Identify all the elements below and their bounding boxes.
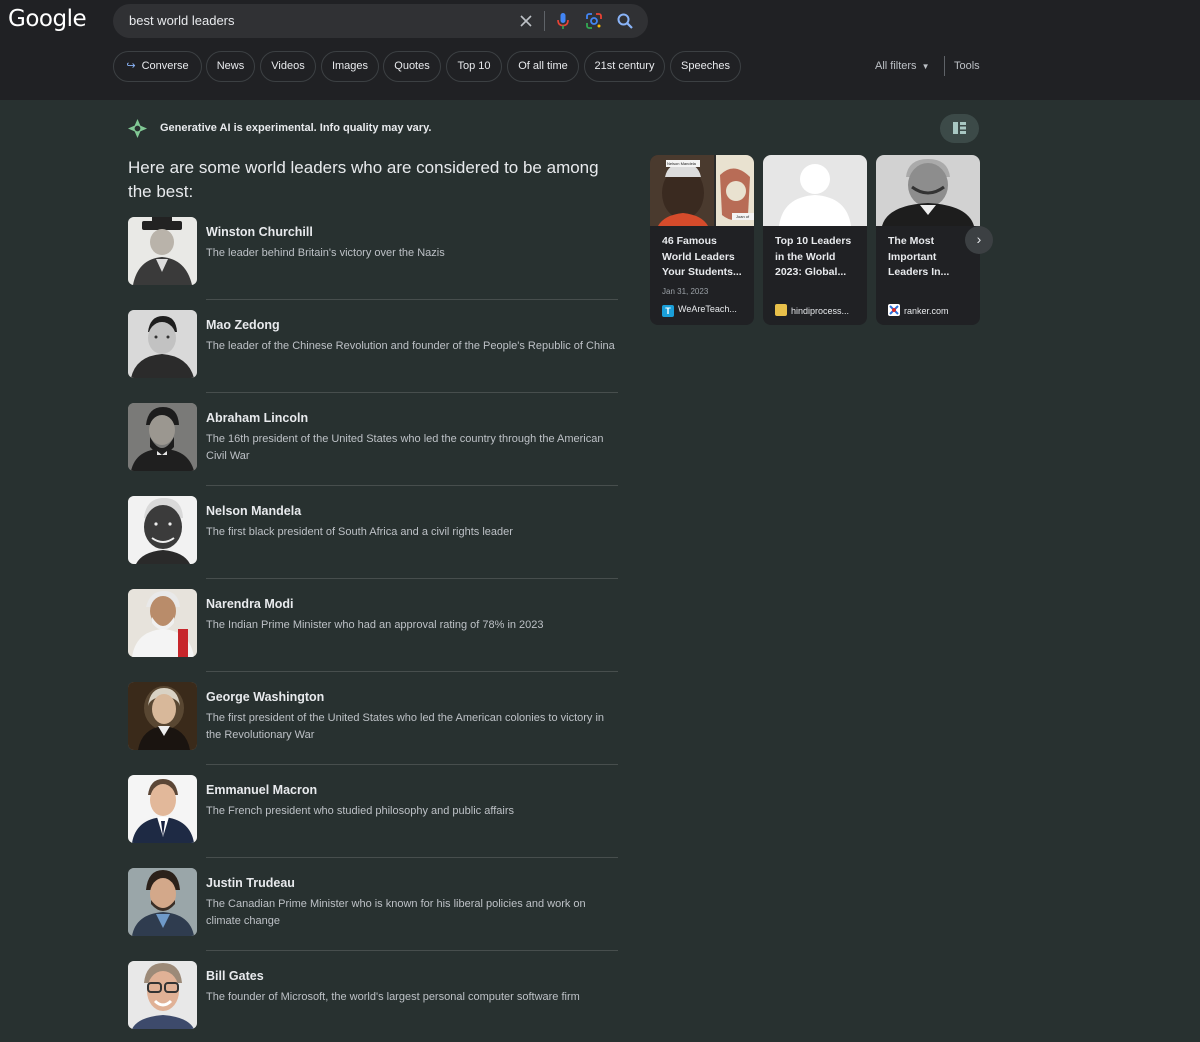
leader-name[interactable]: Abraham Lincoln — [206, 411, 308, 425]
divider — [206, 299, 618, 300]
thumbnail-label: Nelson Mandela — [667, 161, 696, 166]
card-source[interactable]: T WeAreTeach... — [662, 304, 737, 317]
leader-description: The founder of Microsoft, the world's la… — [206, 991, 580, 1003]
leader-photo[interactable] — [128, 310, 197, 378]
arrow-subdirectory-icon: ↪ — [126, 60, 136, 72]
tools-button[interactable]: Tools — [954, 60, 980, 72]
search-box[interactable]: best world leaders — [113, 4, 648, 38]
leader-description: The leader of the Chinese Revolution and… — [206, 340, 615, 352]
caret-down-icon: ▼ — [921, 62, 930, 71]
chip-videos[interactable]: Videos — [260, 51, 316, 82]
leader-photo[interactable] — [128, 775, 197, 843]
card-thumbnail — [876, 155, 980, 226]
leader-description: The Indian Prime Minister who had an app… — [206, 619, 544, 631]
card-thumbnail: Nelson Mandela Joan of — [650, 155, 754, 226]
leader-photo[interactable] — [128, 403, 197, 471]
weareteachers-favicon-icon: T — [662, 305, 674, 317]
card-title[interactable]: Top 10 Leaders in the World 2023: Global… — [775, 234, 861, 281]
ranker-favicon-icon — [888, 304, 900, 316]
leader-item[interactable]: George Washington The first president of… — [128, 682, 618, 775]
chevron-right-icon: › — [976, 231, 982, 247]
chip-21st-century[interactable]: 21st century — [584, 51, 665, 82]
leader-description: The leader behind Britain's victory over… — [206, 247, 445, 259]
card-source[interactable]: hindiprocess... — [775, 304, 849, 316]
divider — [206, 764, 618, 765]
divider — [206, 857, 618, 858]
leader-item[interactable]: Nelson Mandela The first black president… — [128, 496, 618, 589]
leader-photo[interactable] — [128, 589, 197, 657]
search-divider — [544, 11, 545, 31]
layout-toggle-button[interactable] — [940, 114, 979, 143]
search-input[interactable]: best world leaders — [129, 13, 235, 28]
microphone-icon[interactable] — [553, 11, 573, 31]
google-lens-icon[interactable] — [584, 11, 604, 31]
leader-description: The first president of the United States… — [206, 712, 605, 741]
leader-description: The first black president of South Afric… — [206, 526, 513, 538]
leader-photo[interactable] — [128, 217, 197, 285]
toolbar-divider — [944, 56, 945, 76]
leader-description: The Canadian Prime Minister who is known… — [206, 898, 586, 927]
divider — [206, 485, 618, 486]
leader-name[interactable]: Nelson Mandela — [206, 504, 301, 518]
card-source[interactable]: ranker.com — [888, 304, 949, 316]
leader-item[interactable]: Abraham Lincoln The 16th president of th… — [128, 403, 618, 496]
source-card[interactable]: Nelson Mandela Joan of 46 Famous World L… — [650, 155, 754, 325]
leader-item[interactable]: Justin Trudeau The Canadian Prime Minist… — [128, 868, 618, 961]
leader-item[interactable]: Bill Gates The founder of Microsoft, the… — [128, 961, 618, 1042]
source-card[interactable]: Top 10 Leaders in the World 2023: Global… — [763, 155, 867, 325]
card-thumbnail — [763, 155, 867, 226]
top-bar: Google best world leaders ↪ Converse News — [0, 0, 1200, 100]
leader-name[interactable]: Bill Gates — [206, 969, 264, 983]
clear-icon[interactable] — [516, 11, 536, 31]
leader-description: The 16th president of the United States … — [206, 433, 604, 462]
leader-name[interactable]: Narendra Modi — [206, 597, 294, 611]
generative-ai-icon — [127, 118, 148, 139]
leader-photo[interactable] — [128, 682, 197, 750]
leader-item[interactable]: Winston Churchill The leader behind Brit… — [128, 217, 618, 310]
divider — [206, 950, 618, 951]
chip-speeches[interactable]: Speeches — [670, 51, 741, 82]
leader-name[interactable]: Emmanuel Macron — [206, 783, 317, 797]
leader-name[interactable]: Mao Zedong — [206, 318, 280, 332]
hindiprocess-favicon-icon — [775, 304, 787, 316]
divider — [206, 671, 618, 672]
leader-name[interactable]: George Washington — [206, 690, 324, 704]
leader-name[interactable]: Winston Churchill — [206, 225, 313, 239]
search-icon[interactable] — [615, 11, 635, 31]
chip-of-all-time[interactable]: Of all time — [507, 51, 579, 82]
chip-images[interactable]: Images — [321, 51, 379, 82]
leader-photo[interactable] — [128, 496, 197, 564]
divider — [206, 578, 618, 579]
card-date: Jan 31, 2023 — [662, 287, 709, 296]
chip-quotes[interactable]: Quotes — [383, 51, 441, 82]
ai-headline: Here are some world leaders who are cons… — [128, 158, 599, 201]
layout-icon — [953, 122, 966, 134]
card-title[interactable]: The Most Important Leaders In... — [888, 234, 974, 281]
leader-photo[interactable] — [128, 868, 197, 936]
leader-name[interactable]: Justin Trudeau — [206, 876, 295, 890]
leader-description: The French president who studied philoso… — [206, 805, 514, 817]
leader-item[interactable]: Narendra Modi The Indian Prime Minister … — [128, 589, 618, 682]
leader-item[interactable]: Emmanuel Macron The French president who… — [128, 775, 618, 868]
next-arrow-button[interactable]: › — [965, 226, 993, 254]
ai-experimental-notice: Generative AI is experimental. Info qual… — [160, 122, 432, 134]
leader-item[interactable]: Mao Zedong The leader of the Chinese Rev… — [128, 310, 618, 403]
chip-top-10[interactable]: Top 10 — [446, 51, 502, 82]
divider — [206, 392, 618, 393]
thumbnail-label: Joan of — [736, 214, 750, 219]
card-title[interactable]: 46 Famous World Leaders Your Students... — [662, 234, 748, 281]
leader-photo[interactable] — [128, 961, 197, 1029]
google-logo[interactable]: Google — [8, 6, 87, 32]
all-filters-button[interactable]: All filters ▼ — [875, 60, 929, 72]
chip-news[interactable]: News — [206, 51, 255, 82]
chip-converse[interactable]: ↪ Converse — [113, 51, 202, 82]
